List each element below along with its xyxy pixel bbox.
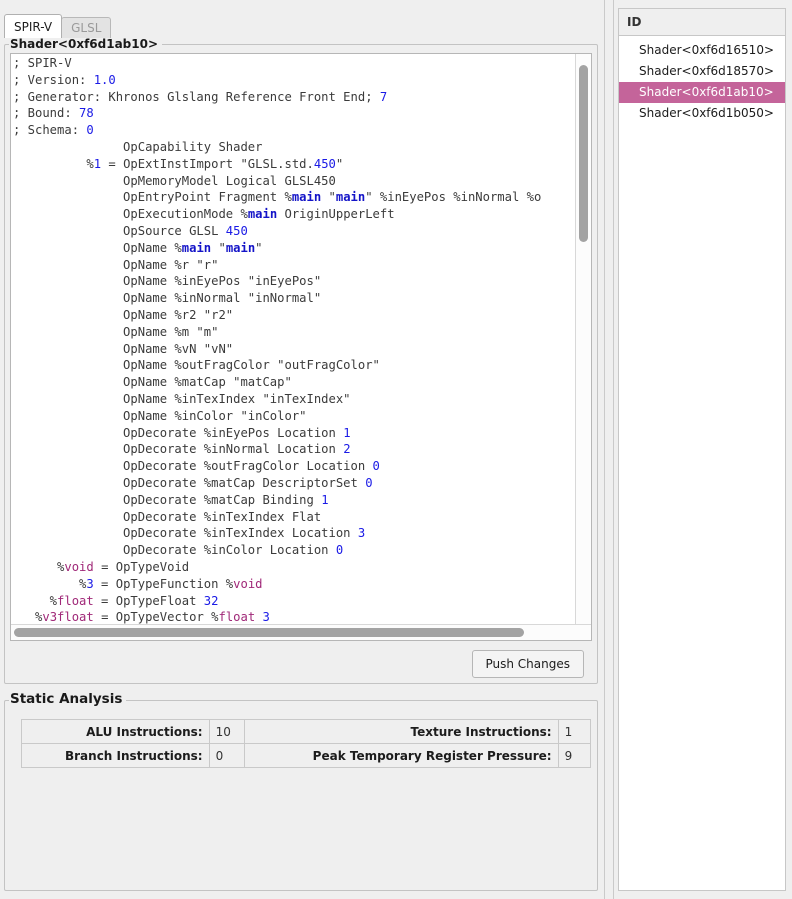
shader-groupbox: Shader<0xf6d1ab10> ; SPIR-V ; Version: 1… [4,44,598,684]
static-analysis-groupbox: Static Analysis ALU Instructions:10Textu… [4,700,598,891]
metric-label: ALU Instructions: [22,720,210,744]
id-list-item[interactable]: Shader<0xf6d18570> [619,61,785,82]
metric-label: Texture Instructions: [244,720,558,744]
id-list-item[interactable]: Shader<0xf6d1b050> [619,103,785,124]
shader-editor-pane: SPIR-VGLSL Shader<0xf6d1ab10> ; SPIR-V ;… [0,0,604,899]
code-editor-body: ; SPIR-V ; Version: 1.0 ; Generator: Khr… [11,54,591,624]
editor-button-row: Push Changes [10,650,584,678]
id-table: ID Shader<0xf6d16510>Shader<0xf6d18570>S… [618,8,786,891]
id-list-item[interactable]: Shader<0xf6d1ab10> [619,82,785,103]
code-text-area[interactable]: ; SPIR-V ; Version: 1.0 ; Generator: Khr… [11,54,575,624]
code-horizontal-scrollbar[interactable] [11,624,591,640]
id-column-header[interactable]: ID [619,9,785,36]
push-changes-button[interactable]: Push Changes [472,650,585,678]
code-vertical-scrollbar[interactable] [575,54,591,624]
metric-value: 10 [209,720,244,744]
metric-value: 9 [558,744,590,768]
shader-language-tabs: SPIR-VGLSL [4,10,604,38]
pane-splitter[interactable] [604,0,614,899]
code-vertical-scroll-thumb[interactable] [579,65,588,242]
metric-label: Branch Instructions: [22,744,210,768]
tab-spir-v[interactable]: SPIR-V [4,14,62,38]
shader-groupbox-title: Shader<0xf6d1ab10> [9,37,162,51]
code-horizontal-scroll-thumb[interactable] [14,628,524,637]
metric-value: 0 [209,744,244,768]
id-list-pane: ID Shader<0xf6d16510>Shader<0xf6d18570>S… [614,0,792,899]
static-analysis-row: ALU Instructions:10Texture Instructions:… [22,720,591,744]
id-list-item[interactable]: Shader<0xf6d16510> [619,40,785,61]
code-editor[interactable]: ; SPIR-V ; Version: 1.0 ; Generator: Khr… [10,53,592,641]
spirv-code[interactable]: ; SPIR-V ; Version: 1.0 ; Generator: Khr… [13,55,575,624]
static-analysis-table: ALU Instructions:10Texture Instructions:… [21,719,591,768]
tab-glsl[interactable]: GLSL [61,17,111,38]
static-analysis-title: Static Analysis [9,692,126,706]
scrollbar-corner [576,625,591,640]
static-analysis-row: Branch Instructions:0Peak Temporary Regi… [22,744,591,768]
id-list: Shader<0xf6d16510>Shader<0xf6d18570>Shad… [619,36,785,890]
app-window: SPIR-VGLSL Shader<0xf6d1ab10> ; SPIR-V ;… [0,0,792,899]
metric-label: Peak Temporary Register Pressure: [244,744,558,768]
metric-value: 1 [558,720,590,744]
